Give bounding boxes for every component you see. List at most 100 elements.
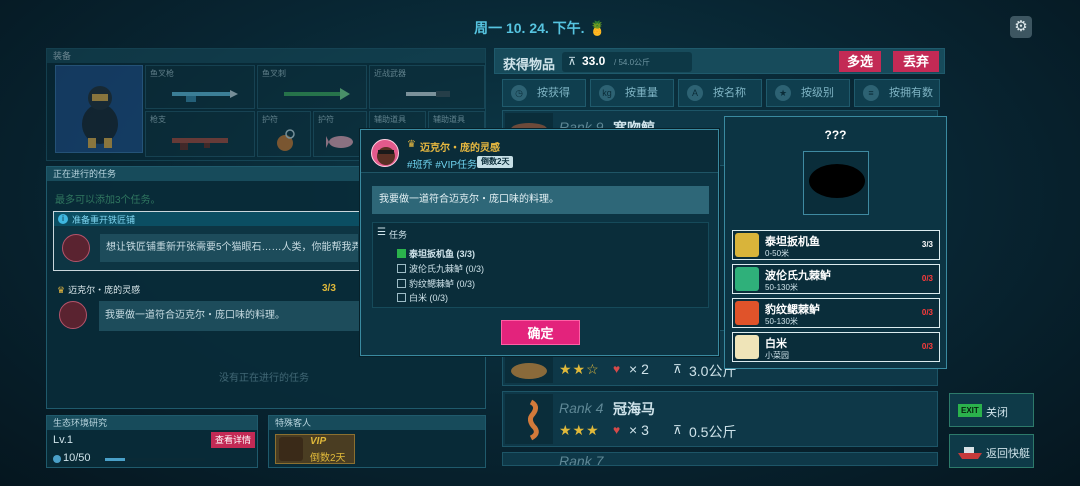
clock-icon: ◷ — [511, 85, 527, 101]
multi-select-button[interactable]: 多选 — [839, 51, 881, 72]
loot-title: 获得物品 — [503, 57, 556, 72]
star-icon: ★ — [775, 85, 791, 101]
rank-stars: ★★☆ — [559, 361, 600, 377]
npc-avatar — [59, 301, 87, 329]
tab-sort-owned[interactable]: ≡ 按拥有数 — [854, 79, 940, 107]
npc-face-icon — [377, 147, 395, 165]
ecology-header: 生态环境研究 — [47, 416, 257, 430]
sub-task-count: 3/3 — [322, 283, 336, 294]
task-item: 白米 (0/3) — [397, 291, 448, 304]
rice-icon — [735, 335, 759, 359]
close-button[interactable]: EXIT 关闭 — [949, 393, 1034, 427]
task-item: 泰坦扳机鱼 (3/3) — [397, 247, 475, 260]
mystery-reward-frame — [803, 151, 869, 215]
date-time-title: 周一 10. 24. 下午. 🍍 — [474, 20, 606, 36]
settings-gear-icon[interactable]: ⚙ — [1010, 16, 1032, 38]
diver-portrait[interactable] — [55, 65, 143, 153]
ecology-progress-bar — [105, 458, 205, 461]
task-dialog: ♛ 迈克尔・庞的灵感 #班乔 #VIP任务 倒数2天 我要做一道符合迈克尔・庞口… — [360, 129, 719, 356]
weight-icon: ⊼ — [568, 56, 577, 68]
deadline-badge: 倒数2天 — [477, 156, 514, 168]
dolphin-charm-icon — [326, 136, 353, 148]
count-heart-icon: ♥ — [613, 362, 621, 376]
knife-icon — [406, 91, 450, 97]
checkbox-empty-icon — [397, 279, 406, 289]
ecology-progress-icon — [53, 455, 61, 463]
slot-gun[interactable]: 枪支 — [145, 111, 255, 157]
task-item: 波伦氏九棘鲈 (0/3) — [397, 262, 484, 275]
ecology-level: Lv.1 — [53, 434, 73, 446]
weight-icon: ⊼ — [673, 362, 682, 376]
tab-sort-acquired[interactable]: ◷ 按获得 — [502, 79, 586, 107]
return-to-boat-button[interactable]: 返回快艇 — [949, 434, 1034, 468]
ecology-panel: 生态环境研究 Lv.1 查看详情 10/50 — [46, 415, 258, 468]
stack-icon: ≡ — [863, 85, 879, 101]
triggerfish-icon — [735, 233, 759, 257]
rank-stars: ★★★ — [559, 422, 600, 438]
boat-icon — [958, 447, 982, 459]
tab-sort-weight[interactable]: kg 按重量 — [590, 79, 674, 107]
guest-card[interactable]: VIP 倒数2天 — [275, 434, 355, 464]
tab-sort-name[interactable]: A 按名称 — [678, 79, 762, 107]
confirm-button[interactable]: 确定 — [501, 320, 580, 345]
mystery-reward-silhouette-icon — [809, 164, 865, 198]
slot-charm-2[interactable]: 护符 — [313, 111, 367, 157]
count-heart-icon: ♥ — [613, 423, 621, 437]
fish-row[interactable]: Rank 7 — [502, 452, 938, 466]
npc-avatar — [371, 139, 399, 167]
task-tags: #班乔 #VIP任务 — [407, 160, 478, 171]
list-icon: ☰ — [377, 227, 386, 238]
guest-days: 倒数2天 — [310, 453, 346, 464]
npc-name: 迈克尔・庞的灵感 — [420, 143, 500, 154]
requirement-item[interactable]: 豹纹鳃棘鲈 50-130米 0/3 — [732, 298, 940, 328]
charm-lamp-icon — [277, 129, 295, 151]
requirement-item[interactable]: 泰坦扳机鱼 0-50米 3/3 — [732, 230, 940, 260]
special-guest-panel: 特殊客人 VIP 倒数2天 — [268, 415, 486, 468]
slot-harpoon-spear[interactable]: 鱼叉刺 — [257, 65, 367, 109]
crown-icon: ♛ — [57, 285, 66, 295]
view-details-button[interactable]: 查看详情 — [211, 432, 255, 448]
task-list-header: 任务 — [389, 230, 408, 240]
sub-task-card[interactable]: 我要做一道符合迈克尔・庞口味的料理。 — [55, 299, 365, 333]
vip-label: VIP — [310, 436, 327, 447]
carry-weight: ⊼ 33.0 / 54.0公斤 — [562, 52, 692, 72]
name-icon: A — [687, 85, 703, 101]
weight-capacity: / 54.0公斤 — [614, 58, 651, 67]
requirement-item[interactable]: 白米 小菜园 0/3 — [732, 332, 940, 362]
info-icon: i — [58, 214, 68, 224]
crown-icon: ♛ — [407, 139, 416, 150]
sub-task-header: ♛ 迈克尔・庞的灵感 3/3 — [57, 283, 336, 295]
tab-sort-rank[interactable]: ★ 按级别 — [766, 79, 850, 107]
ecology-progress: 10/50 — [63, 452, 91, 464]
grouper-icon — [735, 267, 759, 291]
weight-icon: ⊼ — [673, 423, 682, 437]
slot-charm-1[interactable]: 护符 — [257, 111, 311, 157]
guest-header: 特殊客人 — [269, 416, 485, 430]
loot-header: 获得物品 ⊼ 33.0 / 54.0公斤 多选 丢弃 — [494, 48, 945, 74]
fish-count: × 3 — [629, 422, 649, 438]
sub-task-text: 我要做一道符合迈克尔・庞口味的料理。 — [99, 301, 361, 331]
coral-trout-icon — [735, 301, 759, 325]
guest-avatar — [279, 437, 303, 461]
weather-icon: 🍍 — [588, 20, 606, 36]
fish-row[interactable]: Rank 4 冠海马 ★★★ ♥ × 3 ⊼ 0.5公斤 — [502, 391, 938, 447]
main-task-title-bar: i 准备重开铁匠铺 — [54, 212, 362, 226]
seahorse-icon — [527, 399, 539, 441]
fish-count: × 2 — [629, 361, 649, 377]
weight-icon: kg — [599, 85, 615, 101]
discard-button[interactable]: 丢弃 — [893, 51, 939, 72]
main-task-card[interactable]: i 准备重开铁匠铺 想让铁匠铺重新开张需要5个猫眼石……人类，你能帮我弄 — [53, 211, 363, 271]
requirement-item[interactable]: 波伦氏九棘鲈 50-130米 0/3 — [732, 264, 940, 294]
sort-tabs: ◷ 按获得 kg 按重量 A 按名称 ★ 按级别 ≡ 按拥有数 — [502, 79, 940, 107]
slot-melee-weapon[interactable]: 近战武器 — [369, 65, 485, 109]
harpoon-gun-icon — [172, 90, 238, 102]
task-item: 豹纹鳃棘鲈 (0/3) — [397, 277, 475, 290]
harpoon-spear-icon — [284, 88, 350, 100]
checkbox-checked-icon — [397, 249, 406, 259]
task-checklist: ☰ 任务 泰坦扳机鱼 (3/3) 波伦氏九棘鲈 (0/3) 豹纹鳃棘鲈 (0/3… — [372, 222, 709, 308]
npc-avatar — [62, 234, 90, 262]
fish-thumb — [505, 394, 553, 444]
requirement-panel: ??? 泰坦扳机鱼 0-50米 3/3 波伦氏九棘鲈 50-130米 0/3 豹… — [724, 116, 947, 369]
checkbox-empty-icon — [397, 293, 406, 303]
slot-harpoon-gun[interactable]: 鱼叉枪 — [145, 65, 255, 109]
